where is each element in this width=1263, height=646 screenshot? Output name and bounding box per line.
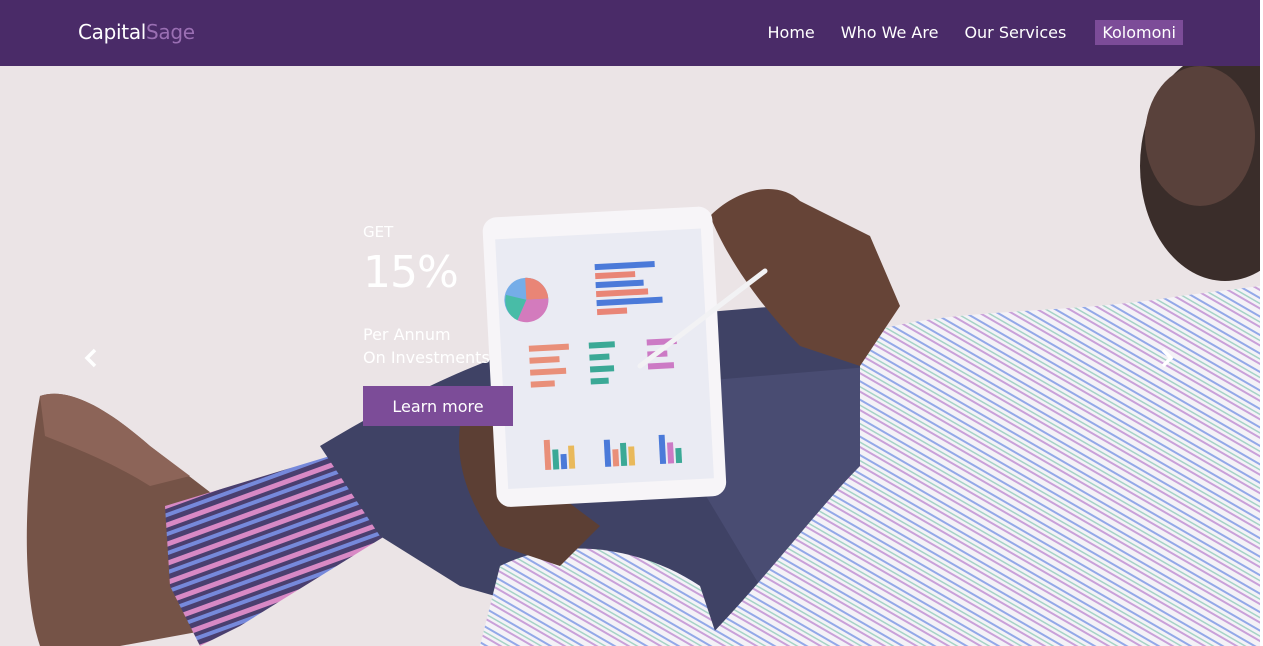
hero-carousel: GET 15% Per Annum On Investments Learn m… [0, 66, 1260, 646]
hero-kicker: GET [363, 223, 394, 241]
learn-more-button[interactable]: Learn more [363, 386, 513, 426]
hero-subline-2: On Investments [363, 348, 490, 367]
carousel-prev-button[interactable] [80, 346, 104, 370]
chevron-left-icon [84, 348, 97, 368]
nav-home[interactable]: Home [768, 20, 815, 45]
main-nav: Home Who We Are Our Services Kolomoni [742, 20, 1183, 45]
carousel-next-button[interactable] [1154, 346, 1178, 370]
nav-kolomoni[interactable]: Kolomoni [1095, 20, 1183, 45]
brand-name-secondary: Sage [146, 20, 195, 44]
hero-headline: 15% [363, 247, 459, 298]
chevron-right-icon [1161, 348, 1174, 368]
brand-name-primary: Capital [78, 20, 147, 44]
hero-subline-1: Per Annum [363, 325, 451, 344]
top-navbar: CapitalSage Home Who We Are Our Services… [0, 0, 1263, 66]
hero-caption: GET 15% Per Annum On Investments Learn m… [363, 223, 513, 426]
nav-who-we-are[interactable]: Who We Are [841, 20, 939, 45]
brand-logo[interactable]: CapitalSage [78, 20, 195, 44]
nav-our-services[interactable]: Our Services [964, 20, 1066, 45]
hero-background-image [0, 66, 1260, 646]
